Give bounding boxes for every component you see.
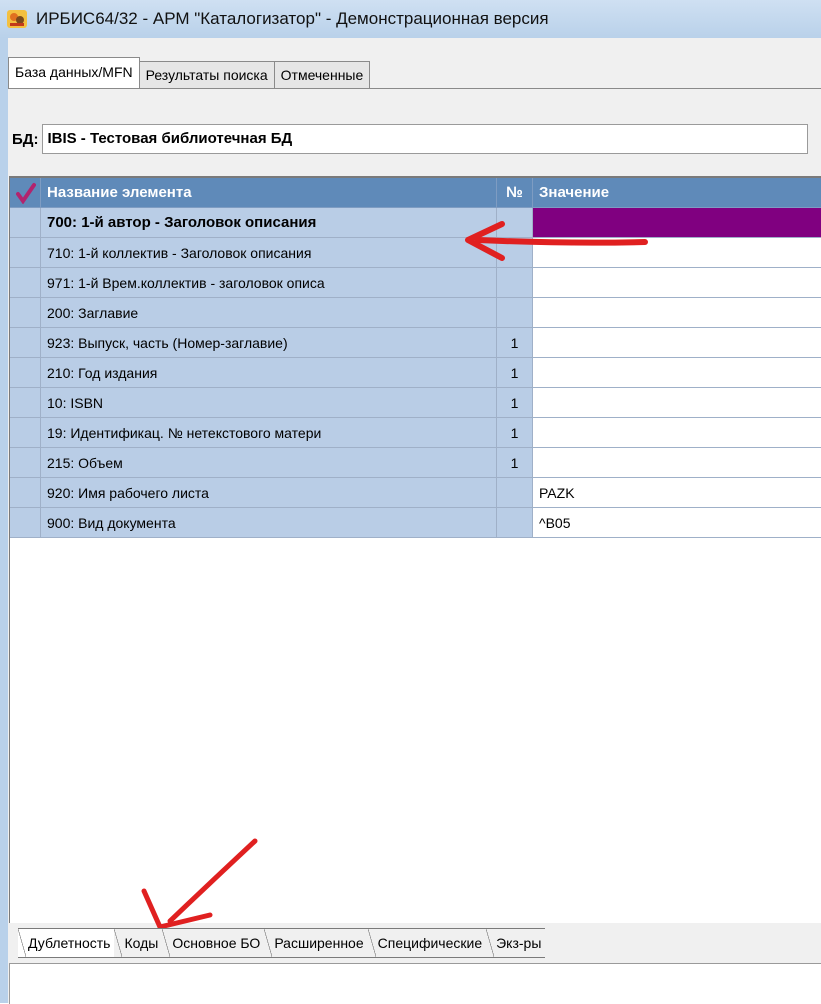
row-indicator (10, 448, 41, 478)
row-indicator (10, 388, 41, 418)
table-row[interactable]: 920: Имя рабочего листа PAZK (10, 478, 821, 508)
tab-kody[interactable]: Коды (114, 928, 163, 958)
row-name[interactable]: 10: ISBN (41, 388, 497, 418)
row-name[interactable]: 700: 1-й автор - Заголовок описания (41, 208, 497, 238)
table-row[interactable]: 900: Вид документа ^B05 (10, 508, 821, 538)
row-value[interactable]: ^B05 (533, 508, 821, 538)
tab-rasshirennoe[interactable]: Расширенное (264, 928, 368, 958)
row-indicator (10, 478, 41, 508)
table-row[interactable]: 10: ISBN 1 (10, 388, 821, 418)
row-value[interactable] (533, 298, 821, 328)
table-row[interactable]: 215: Объем 1 (10, 448, 821, 478)
worksheet-grid: Название элемента № Значение 700: 1-й ав… (9, 176, 821, 930)
tab-osnovnoe-bo[interactable]: Основное БО (162, 928, 265, 958)
row-num[interactable] (497, 478, 533, 508)
table-row[interactable]: 210: Год издания 1 (10, 358, 821, 388)
tab-marked[interactable]: Отмеченные (273, 61, 371, 88)
irbis-app-icon[interactable] (6, 8, 28, 30)
tab-dubletnost[interactable]: Дублетность (18, 928, 115, 958)
bottom-output-panel[interactable] (9, 963, 821, 1004)
database-label: БД: (12, 130, 39, 148)
row-num[interactable] (497, 298, 533, 328)
table-row[interactable]: 710: 1-й коллектив - Заголовок описания (10, 238, 821, 268)
row-num[interactable] (497, 208, 533, 238)
row-num[interactable]: 1 (497, 448, 533, 478)
table-row[interactable]: 19: Идентификац. № нетекстового матери 1 (10, 418, 821, 448)
row-value[interactable] (533, 448, 821, 478)
header-check-cell[interactable] (10, 178, 41, 208)
row-indicator (10, 298, 41, 328)
tab-database-mfn[interactable]: База данных/MFN (8, 57, 140, 88)
row-value[interactable] (533, 388, 821, 418)
tab-divider (8, 88, 821, 89)
row-value[interactable]: PAZK (533, 478, 821, 508)
row-name[interactable]: 210: Год издания (41, 358, 497, 388)
row-indicator (10, 238, 41, 268)
row-indicator (10, 418, 41, 448)
row-indicator (10, 508, 41, 538)
tab-search-results[interactable]: Результаты поиска (138, 61, 275, 88)
database-select[interactable]: IBIS - Тестовая библиотечная БД (42, 124, 809, 154)
row-value[interactable] (533, 268, 821, 298)
row-value[interactable] (533, 238, 821, 268)
row-num[interactable]: 1 (497, 388, 533, 418)
header-name[interactable]: Название элемента (41, 178, 497, 208)
row-indicator (10, 358, 41, 388)
tab-ekz-ry[interactable]: Экз-ры (486, 928, 546, 958)
row-num[interactable]: 1 (497, 418, 533, 448)
header-value[interactable]: Значение (533, 178, 821, 208)
row-name[interactable]: 920: Имя рабочего листа (41, 478, 497, 508)
row-num[interactable]: 1 (497, 358, 533, 388)
row-indicator (10, 208, 41, 238)
row-num[interactable] (497, 268, 533, 298)
row-value[interactable] (533, 418, 821, 448)
row-name[interactable]: 923: Выпуск, часть (Номер-заглавие) (41, 328, 497, 358)
row-value[interactable] (533, 358, 821, 388)
row-name[interactable]: 971: 1-й Врем.коллектив - заголовок опис… (41, 268, 497, 298)
database-row: БД: IBIS - Тестовая библиотечная БД (12, 124, 809, 154)
row-num[interactable]: 1 (497, 328, 533, 358)
table-row[interactable]: 923: Выпуск, часть (Номер-заглавие) 1 (10, 328, 821, 358)
top-tabs: База данных/MFN Результаты поиска Отмече… (8, 57, 371, 88)
table-row[interactable]: 971: 1-й Врем.коллектив - заголовок опис… (10, 268, 821, 298)
row-name[interactable]: 710: 1-й коллектив - Заголовок описания (41, 238, 497, 268)
row-num[interactable] (497, 508, 533, 538)
header-num[interactable]: № (497, 178, 533, 208)
checkmark-icon (16, 183, 36, 204)
tab-specificheskie[interactable]: Специфические (367, 928, 487, 958)
row-indicator (10, 328, 41, 358)
grid-header: Название элемента № Значение (10, 178, 821, 208)
row-name[interactable]: 200: Заглавие (41, 298, 497, 328)
row-name[interactable]: 19: Идентификац. № нетекстового матери (41, 418, 497, 448)
table-row[interactable]: 200: Заглавие (10, 298, 821, 328)
title-bar: ИРБИС64/32 - АРМ "Каталогизатор" - Демон… (0, 0, 821, 38)
bottom-tabs: Дублетность Коды Основное БО Расширенное… (18, 928, 546, 958)
window-title: ИРБИС64/32 - АРМ "Каталогизатор" - Демон… (36, 9, 549, 28)
row-name[interactable]: 215: Объем (41, 448, 497, 478)
row-num[interactable] (497, 238, 533, 268)
row-name[interactable]: 900: Вид документа (41, 508, 497, 538)
row-value[interactable] (533, 328, 821, 358)
row-indicator (10, 268, 41, 298)
table-row[interactable]: 700: 1-й автор - Заголовок описания (10, 208, 821, 238)
row-value-selected[interactable] (533, 208, 821, 238)
